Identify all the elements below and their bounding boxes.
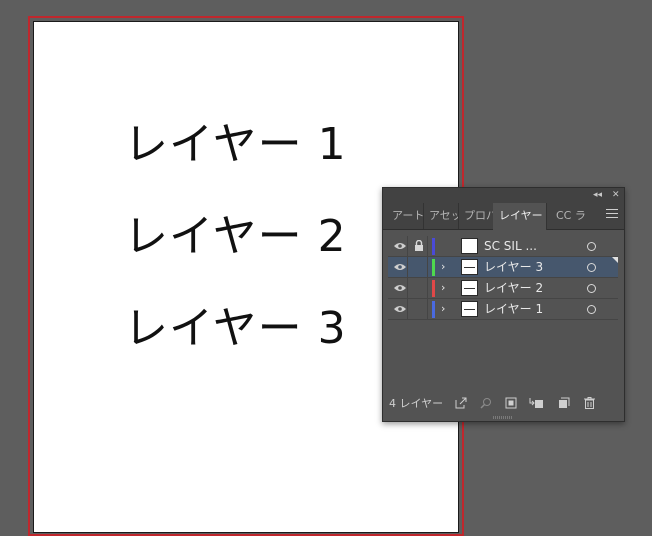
layer-name[interactable]: レイヤー 3	[484, 257, 543, 278]
layer-row-layer-1[interactable]: › レイヤー 1	[388, 299, 618, 320]
layer-thumbnail	[461, 238, 478, 254]
layers-list: SC SIL ... › レイヤー 3 › レイヤー 2 › レイヤー 1	[388, 236, 618, 386]
art-text-layer-1[interactable]: レイヤー 1	[124, 108, 347, 172]
layers-panel: ◂◂ ✕ アート アセッ プロパ レイヤー CC ラ SC SIL ... › …	[382, 187, 625, 422]
lock-icon	[415, 240, 423, 251]
lock-toggle[interactable]	[410, 299, 428, 319]
target-circle-icon[interactable]	[587, 284, 596, 293]
layer-color-bar	[432, 280, 435, 297]
target-circle-icon[interactable]	[587, 242, 596, 251]
chevron-right-icon[interactable]: ›	[441, 302, 445, 316]
close-panel-icon[interactable]: ✕	[612, 189, 620, 202]
tab-properties[interactable]: プロパ	[458, 203, 494, 229]
tab-artboards[interactable]: アート	[386, 203, 424, 229]
layer-count: 4 レイヤー	[389, 397, 444, 410]
visibility-toggle[interactable]	[392, 299, 408, 319]
lock-toggle[interactable]	[410, 236, 428, 256]
lock-toggle[interactable]	[410, 278, 428, 298]
panel-menu-icon[interactable]	[606, 209, 618, 221]
export-for-screens-icon[interactable]	[455, 397, 467, 409]
visibility-toggle[interactable]	[392, 257, 408, 277]
tab-layers[interactable]: レイヤー	[493, 203, 547, 230]
panel-title-bar[interactable]: ◂◂ ✕	[383, 188, 624, 203]
chevron-right-icon[interactable]: ›	[441, 281, 445, 295]
target-circle-icon[interactable]	[587, 305, 596, 314]
trash-icon[interactable]	[584, 397, 595, 409]
layer-row-layer-3[interactable]: › レイヤー 3	[388, 257, 618, 278]
target-circle-icon[interactable]	[587, 263, 596, 272]
layer-color-bar	[432, 238, 435, 255]
art-text-layer-2[interactable]: レイヤー 2	[124, 200, 347, 264]
tab-assets[interactable]: アセッ	[423, 203, 459, 229]
layer-row-layer-2[interactable]: › レイヤー 2	[388, 278, 618, 299]
layer-color-bar	[432, 301, 435, 318]
layer-row-sc-sil[interactable]: SC SIL ...	[388, 236, 618, 257]
layer-name[interactable]: SC SIL ...	[484, 236, 537, 257]
layer-thumbnail	[461, 301, 478, 317]
art-text-layer-3[interactable]: レイヤー 3	[124, 292, 347, 356]
layer-name[interactable]: レイヤー 2	[484, 278, 543, 299]
selection-indicator-icon	[612, 257, 618, 263]
visibility-toggle[interactable]	[392, 278, 408, 298]
create-new-layer-icon[interactable]	[558, 397, 570, 409]
layer-thumbnail	[461, 259, 478, 275]
panel-bottom-bar: 4 レイヤー	[383, 393, 624, 413]
tab-cc-libraries[interactable]: CC ラ	[550, 203, 586, 229]
create-sublayer-icon[interactable]	[529, 397, 543, 409]
eye-icon	[394, 285, 406, 291]
lock-toggle[interactable]	[410, 257, 428, 277]
eye-icon	[394, 264, 406, 270]
make-clipping-mask-icon[interactable]	[505, 397, 517, 409]
panel-tabs: アート アセッ プロパ レイヤー CC ラ	[383, 203, 624, 230]
visibility-toggle[interactable]	[392, 236, 408, 256]
locate-object-icon[interactable]	[480, 397, 492, 409]
panel-resize-grip[interactable]	[493, 416, 513, 419]
eye-icon	[394, 306, 406, 312]
layer-thumbnail	[461, 280, 478, 296]
eye-icon	[394, 243, 406, 249]
layer-color-bar	[432, 259, 435, 276]
layer-name[interactable]: レイヤー 1	[484, 299, 543, 320]
chevron-right-icon[interactable]: ›	[441, 260, 445, 274]
collapse-panel-icon[interactable]: ◂◂	[593, 189, 602, 202]
